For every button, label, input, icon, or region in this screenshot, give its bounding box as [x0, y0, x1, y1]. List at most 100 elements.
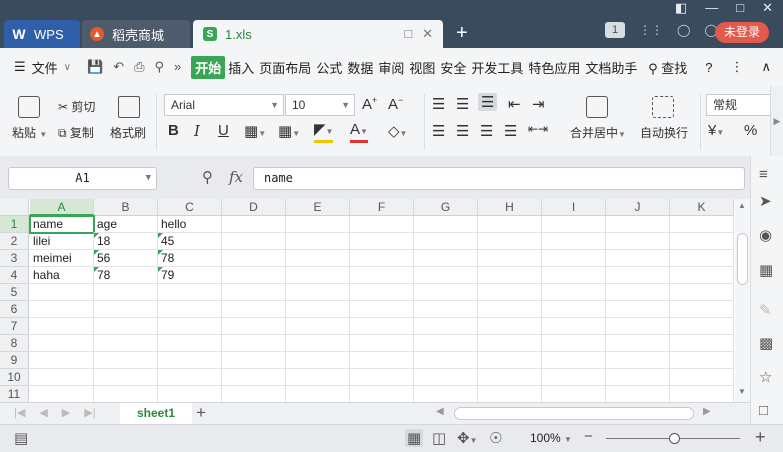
underline-icon[interactable]: U: [218, 122, 229, 139]
tab-docer-store[interactable]: ▲ 稻壳商城: [82, 20, 190, 48]
number-format-select[interactable]: 常规: [706, 94, 770, 116]
cell-c10[interactable]: [158, 369, 222, 386]
increase-font-icon[interactable]: A+: [362, 95, 377, 113]
cell-k4[interactable]: [670, 267, 734, 284]
cell-k9[interactable]: [670, 352, 734, 369]
cell-j7[interactable]: [606, 318, 670, 335]
grid-menu-icon[interactable]: ⋮⋮: [639, 23, 663, 37]
cell-b11[interactable]: [94, 386, 158, 402]
cell-a8[interactable]: [30, 335, 94, 352]
wrap-text-button[interactable]: 自动换行: [640, 124, 688, 141]
close-window-icon[interactable]: ✕: [762, 0, 773, 16]
cell-f3[interactable]: [350, 250, 414, 267]
column-header-a[interactable]: A: [30, 199, 94, 216]
last-sheet-icon[interactable]: ▶|: [84, 406, 95, 419]
cell-a2[interactable]: lilei: [30, 233, 94, 250]
font-name-select[interactable]: Arial ▼: [164, 94, 284, 116]
cell-k3[interactable]: [670, 250, 734, 267]
first-sheet-icon[interactable]: |◀: [14, 406, 25, 419]
cell-e1[interactable]: [286, 216, 350, 233]
cell-a7[interactable]: [30, 318, 94, 335]
cell-a5[interactable]: [30, 284, 94, 301]
cell-e5[interactable]: [286, 284, 350, 301]
row-header-7[interactable]: 7: [0, 318, 29, 335]
decrease-indent-icon[interactable]: ⇤: [508, 95, 521, 113]
cell-j4[interactable]: [606, 267, 670, 284]
vertical-scroll-thumb[interactable]: [737, 233, 748, 285]
macro-record-icon[interactable]: ▤: [14, 429, 28, 447]
column-header-j[interactable]: J: [606, 199, 670, 216]
zoom-in-button[interactable]: +: [755, 427, 766, 448]
cell-d6[interactable]: [222, 301, 286, 318]
tab-document[interactable]: S 1.xls □ ✕: [193, 20, 443, 48]
column-header-d[interactable]: D: [222, 199, 286, 216]
cell-e10[interactable]: [286, 369, 350, 386]
print-icon[interactable]: ⎙: [134, 59, 144, 75]
cell-g3[interactable]: [414, 250, 478, 267]
cell-g9[interactable]: [414, 352, 478, 369]
row-header-5[interactable]: 5: [0, 284, 29, 301]
cell-a4[interactable]: haha: [30, 267, 94, 284]
column-header-h[interactable]: H: [478, 199, 542, 216]
cell-k10[interactable]: [670, 369, 734, 386]
cell-d4[interactable]: [222, 267, 286, 284]
cell-i6[interactable]: [542, 301, 606, 318]
merge-center-button[interactable]: 合并居中▼: [570, 124, 626, 141]
cell-h9[interactable]: [478, 352, 542, 369]
page-layout-view-icon[interactable]: ✥▼: [457, 429, 478, 447]
cell-j8[interactable]: [606, 335, 670, 352]
increase-indent-icon[interactable]: ⇥: [532, 95, 545, 113]
cell-b7[interactable]: [94, 318, 158, 335]
cut-button[interactable]: ✂ 剪切: [58, 98, 95, 115]
favorite-star-icon[interactable]: ☆: [759, 368, 772, 386]
bold-icon[interactable]: B: [168, 122, 179, 139]
vertical-scrollbar[interactable]: ▲ ▼: [735, 199, 750, 402]
font-size-select[interactable]: 10 ▼: [285, 94, 355, 116]
cell-d11[interactable]: [222, 386, 286, 402]
tab-home[interactable]: 开始: [191, 55, 226, 79]
cell-h1[interactable]: [478, 216, 542, 233]
cell-i7[interactable]: [542, 318, 606, 335]
cell-k6[interactable]: [670, 301, 734, 318]
cell-i4[interactable]: [542, 267, 606, 284]
cell-e2[interactable]: [286, 233, 350, 250]
cell-f5[interactable]: [350, 284, 414, 301]
cell-k5[interactable]: [670, 284, 734, 301]
column-header-c[interactable]: C: [158, 199, 222, 216]
column-header-e[interactable]: E: [286, 199, 350, 216]
cell-a10[interactable]: [30, 369, 94, 386]
cell-c1[interactable]: hello: [158, 216, 222, 233]
cell-i3[interactable]: [542, 250, 606, 267]
maximize-icon[interactable]: □: [736, 0, 744, 16]
cell-k2[interactable]: [670, 233, 734, 250]
scroll-up-icon[interactable]: ▲: [738, 201, 746, 210]
fill-color-icon[interactable]: ◤▼: [314, 122, 334, 143]
distributed-icon[interactable]: ⇤⇥: [528, 122, 548, 136]
cell-c4[interactable]: 79: [158, 267, 222, 284]
horizontal-scroll-thumb[interactable]: [454, 407, 694, 420]
undo-icon[interactable]: ↶: [113, 59, 124, 75]
tab-wps-home[interactable]: W WPS: [4, 20, 80, 48]
cell-k8[interactable]: [670, 335, 734, 352]
print-preview-icon[interactable]: ⚲: [155, 59, 165, 75]
wrap-text-icon[interactable]: [652, 96, 674, 118]
cell-g8[interactable]: [414, 335, 478, 352]
prev-sheet-icon[interactable]: ◀: [39, 406, 47, 419]
justify-icon[interactable]: ☰: [504, 122, 517, 140]
cell-i8[interactable]: [542, 335, 606, 352]
cell-f9[interactable]: [350, 352, 414, 369]
cell-g2[interactable]: [414, 233, 478, 250]
cell-d2[interactable]: [222, 233, 286, 250]
cell-style-icon[interactable]: ▦▼: [278, 122, 300, 140]
cell-a6[interactable]: [30, 301, 94, 318]
align-middle-icon[interactable]: ☰: [456, 95, 469, 113]
cell-a9[interactable]: [30, 352, 94, 369]
cloud-sync-icon[interactable]: ◯: [677, 23, 690, 37]
tab-insert[interactable]: 插入: [226, 56, 256, 79]
italic-icon[interactable]: I: [194, 122, 200, 140]
skin-icon[interactable]: ◧: [675, 0, 687, 16]
cell-e11[interactable]: [286, 386, 350, 402]
column-header-b[interactable]: B: [94, 199, 158, 216]
row-header-6[interactable]: 6: [0, 301, 29, 318]
cell-a1[interactable]: name: [29, 215, 95, 234]
